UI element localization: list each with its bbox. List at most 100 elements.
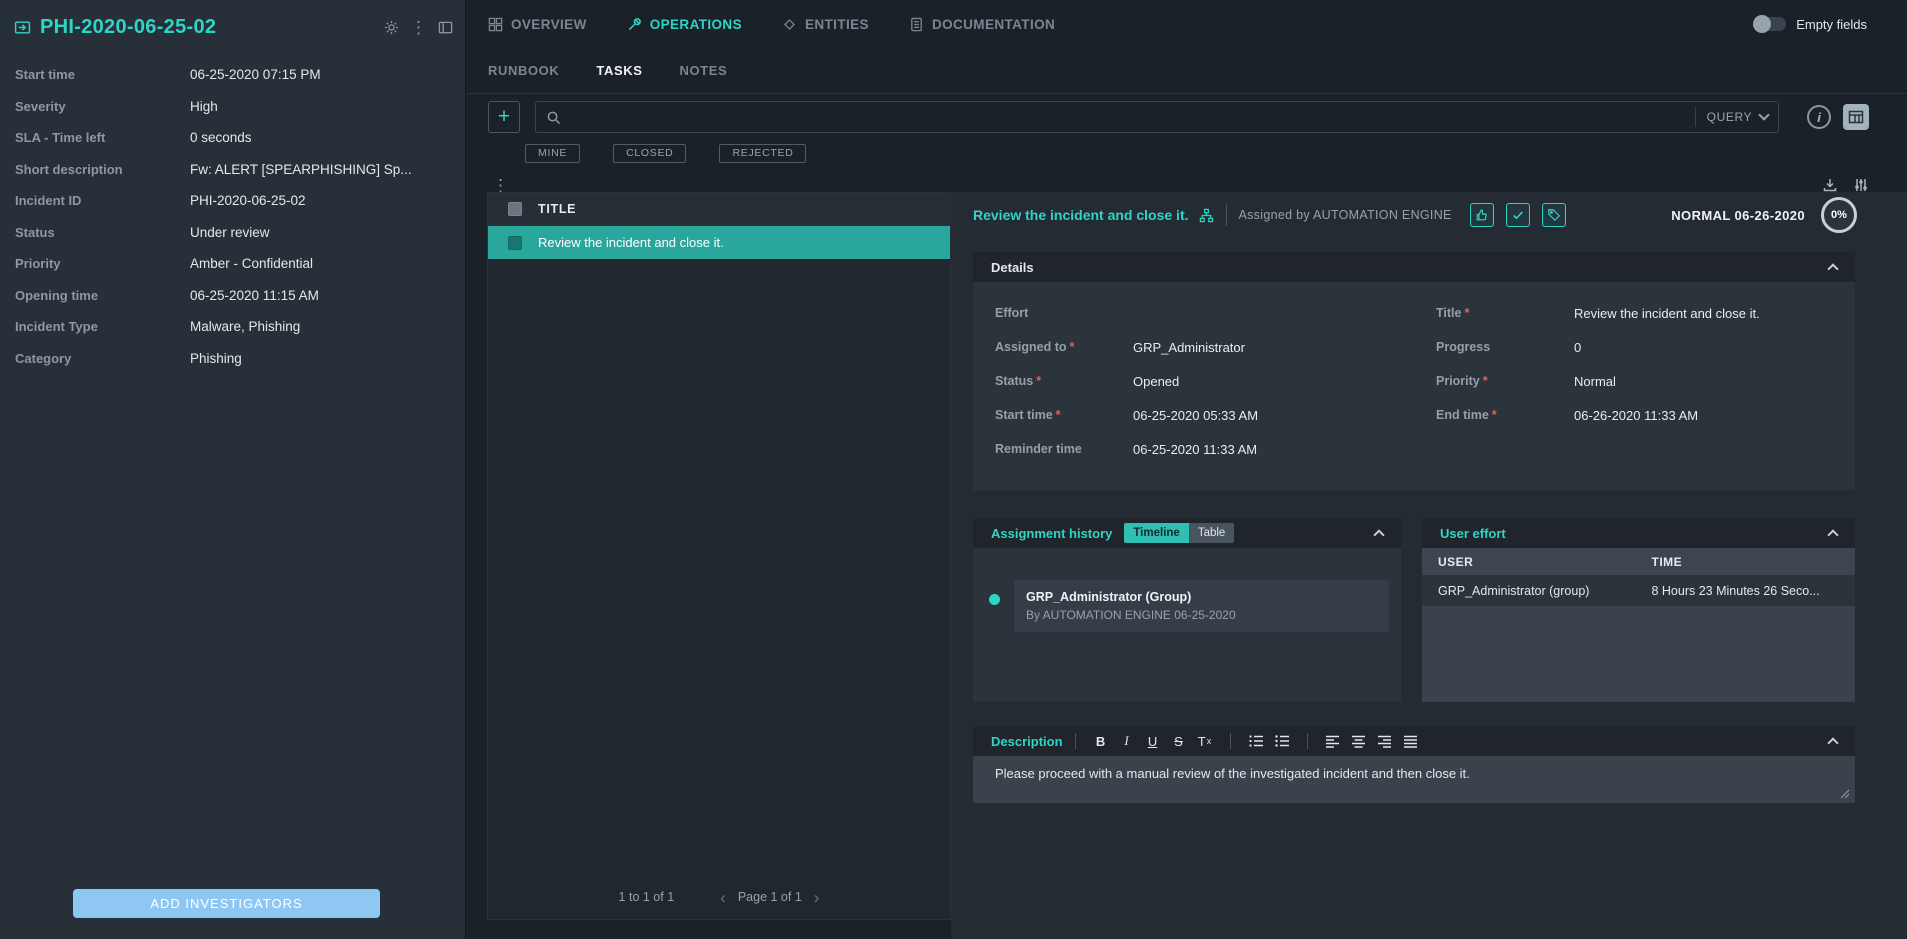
subtab-notes[interactable]: NOTES	[679, 63, 727, 78]
clear-formatting-button[interactable]: Tx	[1192, 730, 1218, 752]
details-card-title: Details	[991, 260, 1034, 275]
field-value: High	[190, 99, 218, 114]
italic-button[interactable]: I	[1114, 730, 1140, 752]
tab-operations[interactable]: OPERATIONS	[627, 17, 742, 32]
bullet-list-button[interactable]	[1269, 730, 1295, 752]
previous-page-icon[interactable]: ‹	[720, 889, 726, 906]
field-row-short-description: Short descriptionFw: ALERT [SPEARPHISHIN…	[0, 154, 465, 186]
divider	[1307, 733, 1308, 749]
field-value: Fw: ALERT [SPEARPHISHING] Sp...	[190, 162, 412, 177]
justify-button[interactable]	[1398, 730, 1424, 752]
info-button[interactable]: i	[1807, 105, 1831, 129]
tag-task-button[interactable]	[1542, 203, 1566, 227]
grid-icon	[1847, 108, 1865, 126]
field-value[interactable]: 06-25-2020 05:33 AM	[1133, 408, 1258, 423]
empty-fields-toggle[interactable]	[1756, 17, 1786, 31]
list-kebab-menu-icon[interactable]: ⋮	[492, 177, 509, 194]
field-label: Priority	[1436, 374, 1480, 388]
resize-handle-icon[interactable]	[1840, 789, 1850, 799]
timeline-view-button[interactable]: Timeline	[1124, 523, 1188, 543]
bold-button[interactable]: B	[1088, 730, 1114, 752]
chip-rejected[interactable]: REJECTED	[719, 144, 806, 163]
add-task-button[interactable]: +	[488, 101, 520, 133]
table-view-button[interactable]	[1843, 104, 1869, 130]
incident-sidebar: PHI-2020-06-25-02 ⋮ Start time06-25-2020…	[0, 0, 466, 939]
assignment-history-card: Assignment history Timeline Table GRP_Ad…	[973, 518, 1401, 702]
check-icon	[1511, 208, 1525, 222]
strikethrough-button[interactable]: S	[1166, 730, 1192, 752]
underline-button[interactable]: U	[1140, 730, 1166, 752]
required-star: *	[1464, 306, 1469, 320]
field-value[interactable]: 0	[1574, 340, 1581, 355]
query-dropdown[interactable]: QUERY	[1707, 110, 1768, 124]
field-start-time: Start time*06-25-2020 05:33 AM	[995, 398, 1392, 432]
add-investigators-button[interactable]: ADD INVESTIGATORS	[73, 889, 380, 918]
assigned-by-text: Assigned by AUTOMATION ENGINE	[1239, 208, 1452, 222]
subtab-runbook[interactable]: RUNBOOK	[488, 63, 559, 78]
time-column-header: TIME	[1651, 555, 1855, 569]
export-icon[interactable]	[1822, 177, 1838, 193]
field-row-start-time: Start time06-25-2020 07:15 PM	[0, 59, 465, 91]
title-column-header: TITLE	[538, 202, 576, 216]
field-value[interactable]: 06-26-2020 11:33 AM	[1574, 408, 1698, 423]
field-label: Start time	[995, 408, 1053, 422]
task-row-selected[interactable]: Review the incident and close it.	[488, 226, 950, 259]
align-right-button[interactable]	[1372, 730, 1398, 752]
tab-entities[interactable]: ENTITIES	[782, 17, 869, 32]
user-effort-row[interactable]: GRP_Administrator (group) 8 Hours 23 Min…	[1422, 575, 1855, 606]
collapse-description-icon[interactable]	[1827, 733, 1839, 749]
align-center-button[interactable]	[1346, 730, 1372, 752]
required-star: *	[1483, 374, 1488, 388]
collapse-user-effort-icon[interactable]	[1827, 525, 1839, 541]
timeline-entry[interactable]: GRP_Administrator (Group) By AUTOMATION …	[1014, 580, 1389, 632]
field-value[interactable]: GRP_Administrator	[1133, 340, 1245, 355]
field-row-incident-type: Incident TypeMalware, Phishing	[0, 311, 465, 343]
gear-icon[interactable]	[384, 20, 399, 35]
field-title: Title* Review the incident and close it.	[1436, 296, 1833, 330]
field-label: Effort	[995, 306, 1028, 320]
subtab-tasks[interactable]: TASKS	[596, 63, 642, 78]
task-row-checkbox[interactable]	[508, 236, 522, 250]
next-page-icon[interactable]: ›	[814, 889, 820, 906]
divider	[1230, 733, 1231, 749]
field-label: Reminder time	[995, 442, 1082, 456]
column-settings-icon[interactable]	[1853, 177, 1869, 193]
ordered-list-button[interactable]	[1243, 730, 1269, 752]
assignment-history-title: Assignment history	[991, 526, 1112, 541]
field-label: Title	[1436, 306, 1461, 320]
chip-closed[interactable]: CLOSED	[613, 144, 686, 163]
field-label: Category	[15, 351, 190, 366]
toggle-knob	[1753, 15, 1771, 33]
field-value[interactable]: 06-25-2020 11:33 AM	[1133, 442, 1257, 457]
field-value[interactable]: Normal	[1574, 374, 1616, 389]
user-effort-user: GRP_Administrator (group)	[1422, 584, 1651, 598]
clear-format-t: T	[1198, 734, 1206, 749]
description-editor[interactable]: Please proceed with a manual review of t…	[973, 756, 1855, 803]
chip-mine[interactable]: MINE	[525, 144, 580, 163]
table-view-toggle-button[interactable]: Table	[1189, 523, 1235, 543]
sidebar-kebab-menu-icon[interactable]: ⋮	[410, 19, 427, 36]
tab-overview[interactable]: OVERVIEW	[488, 17, 587, 32]
history-view-toggle: Timeline Table	[1124, 523, 1234, 543]
task-list-panel: TITLE Review the incident and close it. …	[487, 192, 951, 920]
field-row-incident-id: Incident IDPHI-2020-06-25-02	[0, 185, 465, 217]
field-label: Incident Type	[15, 319, 190, 334]
collapse-history-icon[interactable]	[1373, 525, 1385, 541]
thumbs-up-icon	[1475, 208, 1489, 222]
select-all-checkbox[interactable]	[508, 202, 522, 216]
field-value[interactable]: Opened	[1133, 374, 1179, 389]
description-text: Please proceed with a manual review of t…	[995, 766, 1470, 781]
complete-task-button[interactable]	[1506, 203, 1530, 227]
field-priority: Priority* Normal	[1436, 364, 1833, 398]
approve-task-button[interactable]	[1470, 203, 1494, 227]
sidebar-header: PHI-2020-06-25-02 ⋮	[0, 0, 465, 39]
sidebar-actions: ⋮	[384, 19, 453, 36]
align-left-button[interactable]	[1320, 730, 1346, 752]
collapse-details-icon[interactable]	[1827, 259, 1839, 275]
field-value[interactable]: Review the incident and close it.	[1574, 306, 1760, 321]
collapse-sidebar-icon[interactable]	[438, 20, 453, 35]
tab-documentation[interactable]: DOCUMENTATION	[909, 17, 1055, 32]
hierarchy-icon[interactable]	[1199, 208, 1214, 223]
incident-icon	[14, 19, 31, 36]
search-input[interactable]	[570, 110, 1684, 125]
